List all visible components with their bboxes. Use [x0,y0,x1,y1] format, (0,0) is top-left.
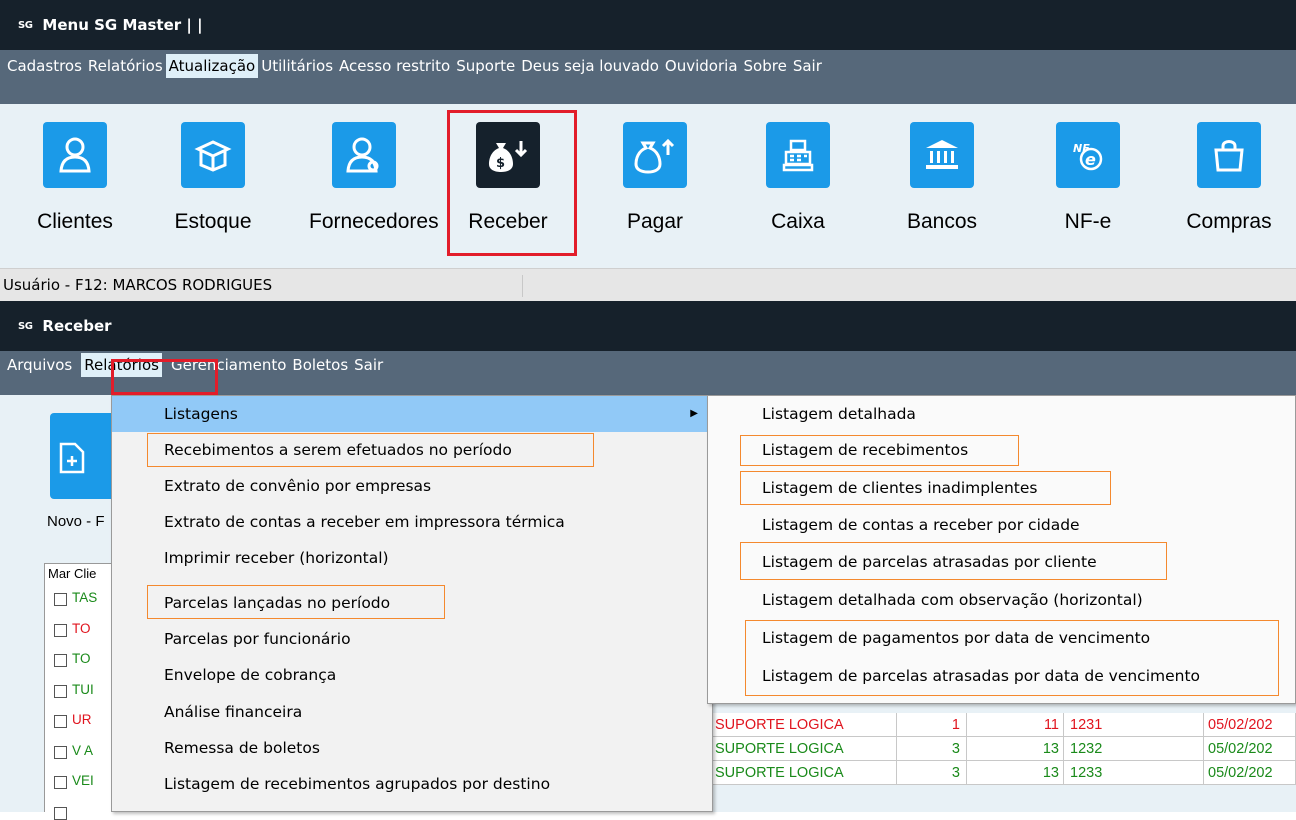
status-bar: Usuário - F12: MARCOS RODRIGUES [0,268,1296,301]
row-client-name: UR [72,712,92,727]
status-separator [522,275,523,297]
row-destination: SUPORTE LOGICA [713,713,897,737]
menu-suporte[interactable]: Suporte [453,54,518,78]
row-due-date: 05/02/202 [1204,713,1296,737]
bank-icon [910,122,974,188]
novo-button[interactable] [50,413,112,499]
row-checkbox[interactable] [54,654,67,667]
main-window-title: Menu SG Master | | [42,16,203,34]
row-value-b: 13 [967,737,1064,761]
clientes-button[interactable]: Clientes [20,122,130,234]
annotation-box [147,433,594,467]
menu-relatorios[interactable]: Relatórios [85,54,166,78]
estoque-button[interactable]: Estoque [158,122,268,234]
grid-header: Mar Clie [48,566,97,581]
row-value-a: 3 [897,761,967,785]
row-destination: SUPORTE LOGICA [713,761,897,785]
user-icon [43,122,107,188]
row-client-name: TUI [72,681,94,697]
row-value-a: 1 [897,713,967,737]
annotation-box [740,471,1111,505]
menu-deus-seja-louvado[interactable]: Deus seja louvado [518,54,662,78]
row-document: 1231 [1064,713,1204,737]
row-value-b: 11 [967,713,1064,737]
row-due-date: 05/02/202 [1204,737,1296,761]
annotation-box [740,542,1167,580]
menu-sobre[interactable]: Sobre [741,54,790,78]
row-client-name: TO [72,620,91,636]
listagens-submenu-item[interactable]: Listagem detalhada [708,396,1288,432]
menu-sair[interactable]: Sair [790,54,825,78]
relatorios-highlight-box [111,359,218,395]
main-title-bar: SG Menu SG Master | | [0,0,1296,50]
box-icon [181,122,245,188]
caixa-button[interactable]: Caixa [743,122,853,234]
row-client-name: VEI [72,773,94,788]
submenu-arrow-icon: ▶ [690,408,698,419]
row-checkbox[interactable] [54,745,67,759]
money-bag-up-icon [623,122,687,188]
relatorios-menu-item[interactable]: Extrato de contas a receber em impressor… [112,504,712,540]
cash-register-icon [766,122,830,188]
menu-sair[interactable]: Sair [351,353,386,377]
relatorios-menu-item[interactable]: Análise financeira [112,694,712,730]
row-client-name: TAS [72,590,98,605]
listagens-submenu-item[interactable]: Listagem de contas a receber por cidade [708,507,1288,543]
menu-boletos[interactable]: Boletos [289,353,351,377]
sg-logo: SG [18,19,33,31]
menu-ouvidoria[interactable]: Ouvidoria [662,54,741,78]
receber-highlight-box [447,110,577,256]
menu-utilitarios[interactable]: Utilitários [258,54,336,78]
shopping-bag-icon [1197,122,1261,188]
main-menu-bar: Cadastros Relatórios Atualização Utilitá… [0,50,1296,104]
row-checkbox[interactable] [54,776,67,789]
sg-logo: SG [18,320,33,332]
relatorios-menu-item[interactable]: Parcelas por funcionário [112,621,712,657]
row-checkbox[interactable] [54,684,67,698]
new-document-icon [59,442,85,474]
main-toolbar: Clientes Estoque Fornecedores $ Receber … [0,104,1296,268]
row-checkbox[interactable] [54,623,67,637]
row-document: 1233 [1064,761,1204,785]
bancos-button[interactable]: Bancos [887,122,997,234]
row-client-name: TO [72,651,91,666]
row-due-date: 05/02/202 [1204,761,1296,785]
menu-cadastros[interactable]: Cadastros [4,54,85,78]
annotation-box [147,585,445,619]
listagens-submenu-item[interactable]: Listagem detalhada com observação (horiz… [708,582,1288,618]
novo-label: Novo - F [47,513,105,530]
relatorios-menu-item[interactable]: Listagem de recebimentos agrupados por d… [112,766,712,802]
receber-window-title: Receber [42,317,112,335]
relatorios-menu-item[interactable]: Imprimir receber (horizontal) [112,540,712,576]
row-checkbox[interactable] [54,593,67,606]
user-status: Usuário - F12: MARCOS RODRIGUES [3,276,273,294]
relatorios-menu-item[interactable]: Extrato de convênio por empresas [112,468,712,504]
annotation-box [740,435,1019,466]
receber-title-bar: SG Receber [0,301,1296,351]
menu-acesso-restrito[interactable]: Acesso restrito [336,54,453,78]
menu-item-listagens[interactable]: Listagens ▶ [112,396,712,432]
row-document: 1232 [1064,737,1204,761]
svg-text:e: e [1085,150,1096,169]
nfe-icon: NF e [1056,122,1120,188]
row-client-name: V A [72,742,94,758]
pagar-button[interactable]: Pagar [600,122,710,234]
nfe-button[interactable]: NF e NF-e [1033,122,1143,234]
supplier-icon [332,122,396,188]
row-checkbox[interactable] [54,715,67,728]
row-checkbox[interactable] [54,806,67,820]
relatorios-menu-item[interactable]: Remessa de boletos [112,730,712,766]
menu-arquivos[interactable]: Arquivos [4,353,75,377]
menu-atualizacao[interactable]: Atualização [165,54,259,78]
row-value-a: 3 [897,737,967,761]
annotation-box [745,620,1279,696]
fornecedores-button[interactable]: Fornecedores [309,122,439,234]
compras-button[interactable]: Compras [1174,122,1284,234]
row-destination: SUPORTE LOGICA [713,737,897,761]
row-value-b: 13 [967,761,1064,785]
relatorios-menu-item[interactable]: Envelope de cobrança [112,657,712,693]
